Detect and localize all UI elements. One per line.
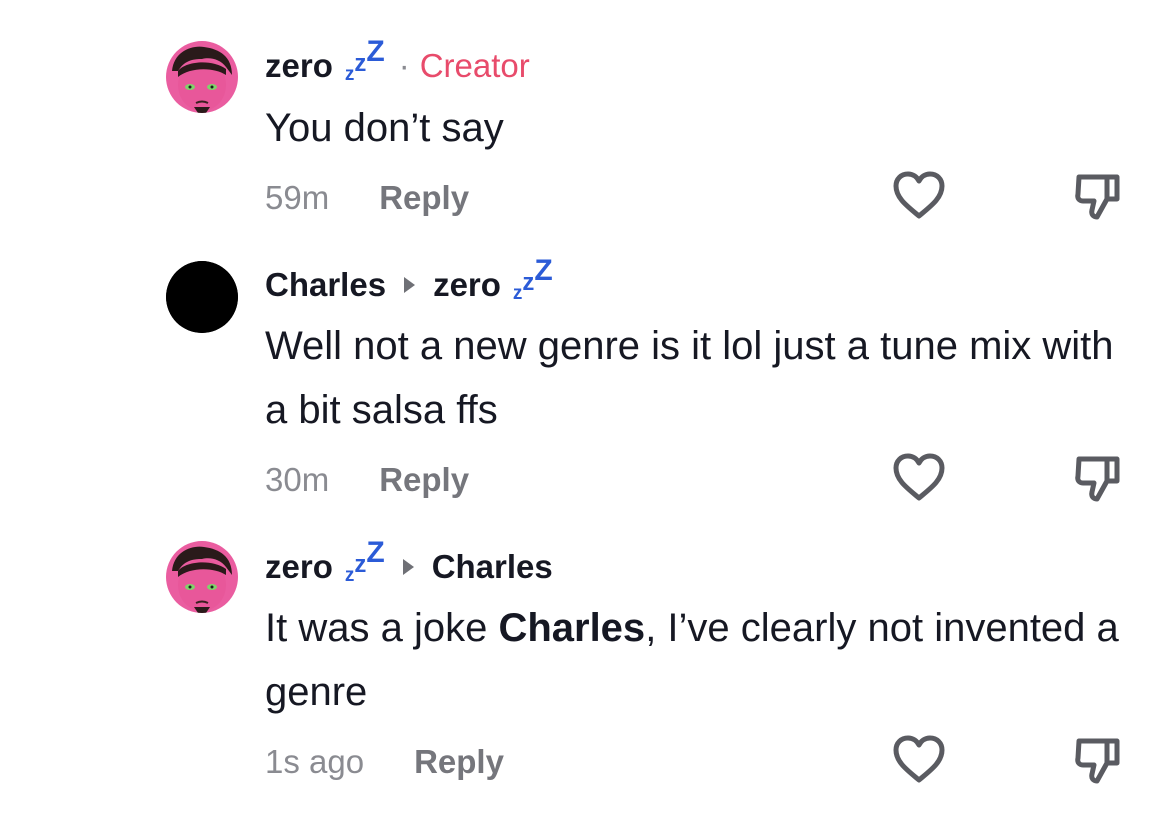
comment-text: It was a joke Charles, I’ve clearly not …: [265, 596, 1135, 724]
author-name[interactable]: Charles: [265, 266, 386, 304]
comment-meta: 30m Reply: [265, 460, 469, 500]
reply-to-name[interactable]: Charles: [432, 548, 553, 586]
dislike-button[interactable]: [1068, 448, 1128, 508]
avatar[interactable]: [166, 41, 238, 113]
comment-text-part: It was a joke: [265, 606, 499, 650]
reply-button[interactable]: Reply: [414, 743, 504, 781]
black-circle-avatar-icon: [166, 261, 238, 333]
reply-to-name[interactable]: zero: [433, 266, 501, 304]
like-button[interactable]: [889, 166, 949, 226]
separator: ·: [398, 47, 410, 84]
heart-icon: [893, 735, 945, 783]
heart-icon: [893, 171, 945, 219]
avatar[interactable]: [166, 541, 238, 613]
sleep-badge-icon: zzZ: [512, 254, 553, 304]
creator-label: Creator: [419, 47, 530, 84]
heart-icon: [893, 453, 945, 501]
comment-meta: 59m Reply: [265, 178, 469, 218]
comment-text: Well not a new genre is it lol just a tu…: [265, 324, 1114, 432]
mention-link[interactable]: Charles: [498, 606, 645, 650]
sleep-badge-icon: zzZ: [344, 536, 385, 586]
comment-header: zero zzZ · Creator: [265, 35, 530, 86]
thumbs-down-icon: [1075, 174, 1120, 220]
timestamp: 30m: [265, 461, 330, 498]
avatar[interactable]: [166, 261, 238, 333]
thumbs-down-icon: [1075, 738, 1120, 784]
thumbs-down-icon: [1075, 456, 1120, 502]
comment-header: zero zzZ Charles: [265, 536, 553, 587]
reply-arrow-icon: [402, 559, 414, 575]
dislike-button[interactable]: [1068, 166, 1128, 226]
comment-text: You don’t say: [265, 106, 504, 150]
comment-header: Charles zero zzZ: [265, 254, 553, 305]
dislike-button[interactable]: [1068, 730, 1128, 790]
timestamp: 59m: [265, 179, 330, 216]
sleep-badge-icon: zzZ: [344, 35, 385, 85]
author-name[interactable]: zero: [265, 548, 333, 586]
author-name[interactable]: zero: [265, 47, 333, 85]
like-button[interactable]: [889, 730, 949, 790]
timestamp: 1s ago: [265, 743, 365, 780]
pink-face-avatar-icon: [166, 41, 238, 113]
reply-button[interactable]: Reply: [379, 461, 469, 499]
pink-face-avatar-icon: [166, 541, 238, 613]
like-button[interactable]: [889, 448, 949, 508]
reply-button[interactable]: Reply: [379, 179, 469, 217]
reply-arrow-icon: [404, 277, 416, 293]
comment-meta: 1s ago Reply: [265, 742, 504, 782]
